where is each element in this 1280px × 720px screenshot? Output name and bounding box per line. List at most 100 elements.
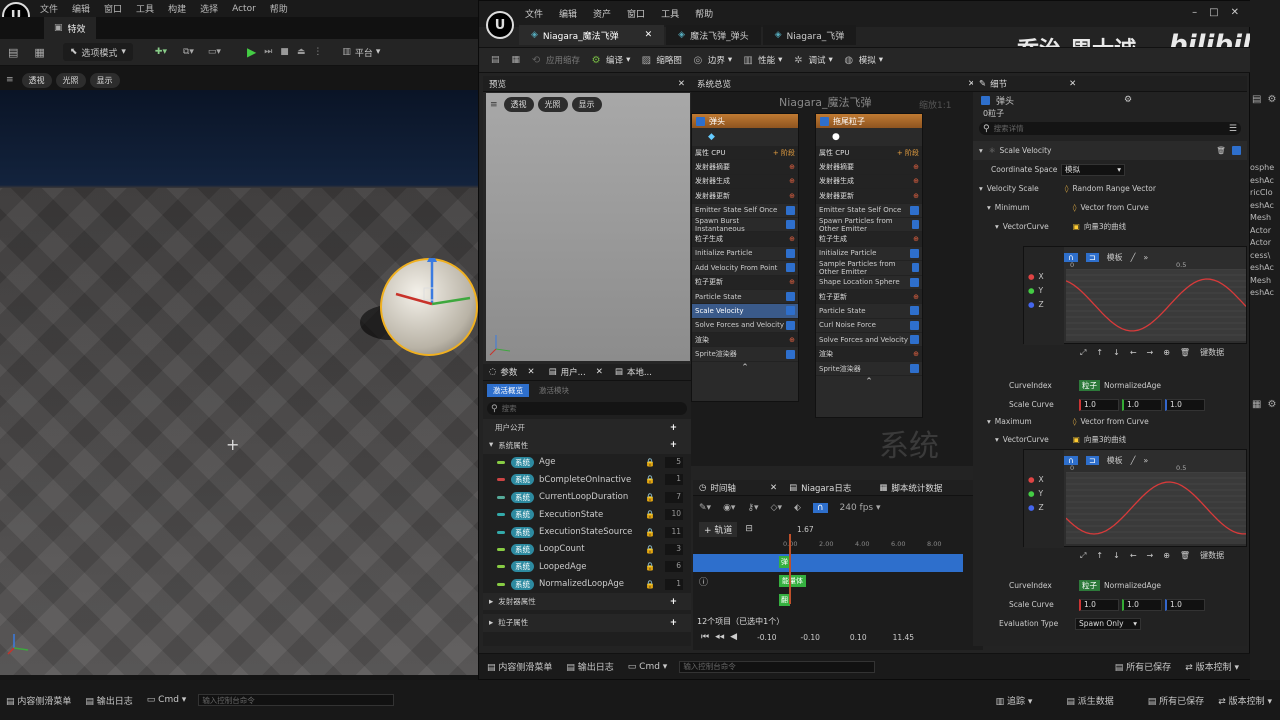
cmd-dropdown[interactable]: ▭ Cmd ▾ [147, 695, 187, 705]
output-log-button[interactable]: ▤ 输出日志 [566, 660, 613, 673]
preview-viewport[interactable]: ≡ 透视 光照 显示 [486, 93, 690, 361]
gear-icon[interactable]: ⚙ [1267, 94, 1276, 105]
checkbox-icon[interactable] [912, 220, 919, 230]
output-log-button[interactable]: ▤ 输出日志 [85, 694, 132, 707]
param-row[interactable]: 系统 Age 🔒 5 [483, 454, 691, 471]
curve-channel-z[interactable]: ● Z [1024, 500, 1064, 514]
menu-select[interactable]: 选择 [200, 2, 218, 15]
stack-item[interactable]: 发射器摘要 ⊕ [692, 160, 798, 175]
template-label[interactable]: 模板 [1107, 455, 1123, 466]
down-icon[interactable]: ↓ [1113, 348, 1120, 357]
stack-item[interactable]: 粒子更新 ⊕ [692, 275, 798, 290]
coordinate-space-dropdown[interactable]: 模拟 ▾ [1061, 163, 1125, 176]
add-stage-button[interactable]: + 阶段 [773, 148, 795, 158]
param-row[interactable]: 系统 CurrentLoopDuration 🔒 7 [483, 489, 691, 506]
track-row[interactable]: 翻 [693, 592, 963, 610]
filter-icon[interactable]: ☰ [1229, 124, 1237, 134]
add-key-icon[interactable]: ⊕ [1163, 551, 1170, 560]
stack-item[interactable]: 发射器更新 ⊕ [692, 189, 798, 204]
add-icon[interactable]: ⊕ [789, 278, 795, 286]
menu-window[interactable]: 窗口 [104, 2, 122, 15]
param-row[interactable]: 系统 NormalizedLoopAge 🔒 1 [483, 576, 691, 593]
add-icon[interactable]: ⊕ [789, 163, 795, 171]
stack-item[interactable]: 属性 CPU + 阶段 [692, 146, 798, 161]
vector-curve-value[interactable]: 向量3的曲线 [1084, 434, 1126, 445]
stack-item[interactable]: Spawn Burst Instantaneous [692, 217, 798, 233]
trash-icon[interactable]: 🗑 [1180, 551, 1190, 560]
gear-icon[interactable]: ⚙ [1267, 399, 1276, 410]
add-icon[interactable]: ⊕ [789, 336, 795, 344]
scale-curve-x[interactable]: 1.0 [1079, 398, 1119, 411]
details-search[interactable]: ⚲ 搜索详情 ☰ [979, 122, 1241, 135]
version-control-button[interactable]: ⇄ 版本控制 ▾ [1218, 694, 1272, 707]
outliner-item[interactable]: Mesh [1250, 275, 1274, 288]
stack-item[interactable]: Solve Forces and Velocity [816, 333, 922, 348]
checkbox-icon[interactable] [786, 306, 795, 316]
add-icon[interactable]: + [670, 440, 677, 450]
emitter-header[interactable]: 拖尾粒子 [816, 114, 922, 128]
menu-build[interactable]: 构建 [168, 2, 186, 15]
content-drawer-button[interactable]: ▤ 内容侧滑菜单 [6, 694, 71, 707]
trace-button[interactable]: ▥ 追踪 ▾ [996, 694, 1033, 707]
add-icon[interactable]: ⊕ [913, 192, 919, 200]
checkbox-icon[interactable] [910, 364, 919, 374]
n-menu-tools[interactable]: 工具 [661, 7, 679, 20]
checkbox-icon[interactable] [981, 95, 990, 105]
stats-tab[interactable]: 脚本统计数据 [891, 482, 942, 494]
n-menu-window[interactable]: 窗口 [627, 7, 645, 20]
outliner-item[interactable]: osphe [1250, 162, 1274, 175]
stack-item[interactable]: Particle State [692, 290, 798, 305]
curve-index-value[interactable]: NormalizedAge [1104, 581, 1161, 590]
wrench-icon[interactable]: ✎▾ [699, 503, 711, 513]
menu-file[interactable]: 文件 [40, 2, 58, 15]
checkbox-icon[interactable] [1232, 146, 1241, 155]
close-icon[interactable]: ✕ [770, 483, 777, 493]
add-stage-button[interactable]: + 阶段 [897, 148, 919, 158]
user-tab[interactable]: 用户... [561, 366, 586, 378]
scale-curve-x[interactable]: 1.0 [1079, 598, 1119, 611]
maximize-icon[interactable]: □ [1209, 7, 1218, 18]
expand-icon[interactable]: » [1143, 253, 1148, 262]
key-data-label[interactable]: 键数据 [1200, 347, 1224, 358]
save-icon[interactable]: ▤ [8, 46, 18, 59]
add-icon[interactable]: ⊕ [913, 235, 919, 243]
tab-niagara-system[interactable]: ◈ Niagara_魔法飞弹 ✕ [519, 25, 665, 45]
param-row[interactable]: 系统 LoopCount 🔒 3 [483, 541, 691, 558]
debug-button[interactable]: ✲ 调试 ▾ [792, 54, 833, 67]
fit-icon[interactable]: ⤢ [1080, 551, 1086, 561]
outliner-item[interactable]: eshAc [1250, 175, 1274, 188]
scale-curve-z[interactable]: 1.0 [1165, 598, 1205, 611]
level-tab[interactable]: ▣ 特效 [44, 17, 96, 39]
stack-item[interactable]: Spawn Particles from Other Emitter [816, 217, 922, 233]
curve-graph[interactable] [1066, 269, 1246, 341]
add-icon[interactable]: + [670, 618, 677, 628]
tab-niagara-missile[interactable]: ◈ Niagara_飞弹 [762, 25, 857, 45]
play-icon[interactable]: ▶ [247, 45, 256, 59]
add-key-icon[interactable]: ⊕ [1163, 348, 1170, 357]
params-search[interactable]: ⚲ 搜索 [487, 402, 687, 415]
browse-icon[interactable]: ▦ [34, 46, 44, 59]
collapse-icon[interactable]: ⌃ [692, 362, 798, 374]
snap-icon[interactable]: ⊐ [1085, 252, 1099, 262]
system-attrs-row[interactable]: ▾ 系统属性 + [483, 436, 691, 454]
track-bar[interactable]: 能量体 [779, 575, 806, 587]
particle-attrs-row[interactable]: ▸ 粒子属性 + [483, 614, 691, 632]
more-icon[interactable]: ⋮ [313, 47, 322, 57]
checkbox-icon[interactable] [786, 349, 795, 359]
stack-item[interactable]: 渲染 ⊕ [816, 347, 922, 362]
add-icon[interactable]: + [670, 597, 677, 607]
stack-item[interactable]: 发射器生成 ⊕ [692, 174, 798, 190]
add-icon[interactable]: ⊕ [913, 293, 919, 301]
curve-graph[interactable] [1066, 472, 1246, 544]
n-menu-edit[interactable]: 编辑 [559, 7, 577, 20]
log-tab[interactable]: Niagara日志 [801, 482, 851, 494]
checkbox-icon[interactable] [786, 205, 795, 215]
checkbox-icon[interactable] [910, 306, 919, 316]
checkbox-icon[interactable] [912, 263, 919, 273]
derived-data-button[interactable]: ▤ 派生数据 [1066, 694, 1113, 707]
stack-item[interactable]: 渲染 ⊕ [692, 333, 798, 348]
emitter-node-warhead[interactable]: 弹头 ◆ 属性 CPU + 阶段 发射器摘要 ⊕ 发射器生成 ⊕ 发射器更新 ⊕ Emitter… [691, 113, 799, 402]
emitter-header[interactable]: 弹头 [692, 114, 798, 128]
n-menu-file[interactable]: 文件 [525, 7, 543, 20]
fps-dropdown[interactable]: 240 fps ▾ [840, 503, 881, 513]
